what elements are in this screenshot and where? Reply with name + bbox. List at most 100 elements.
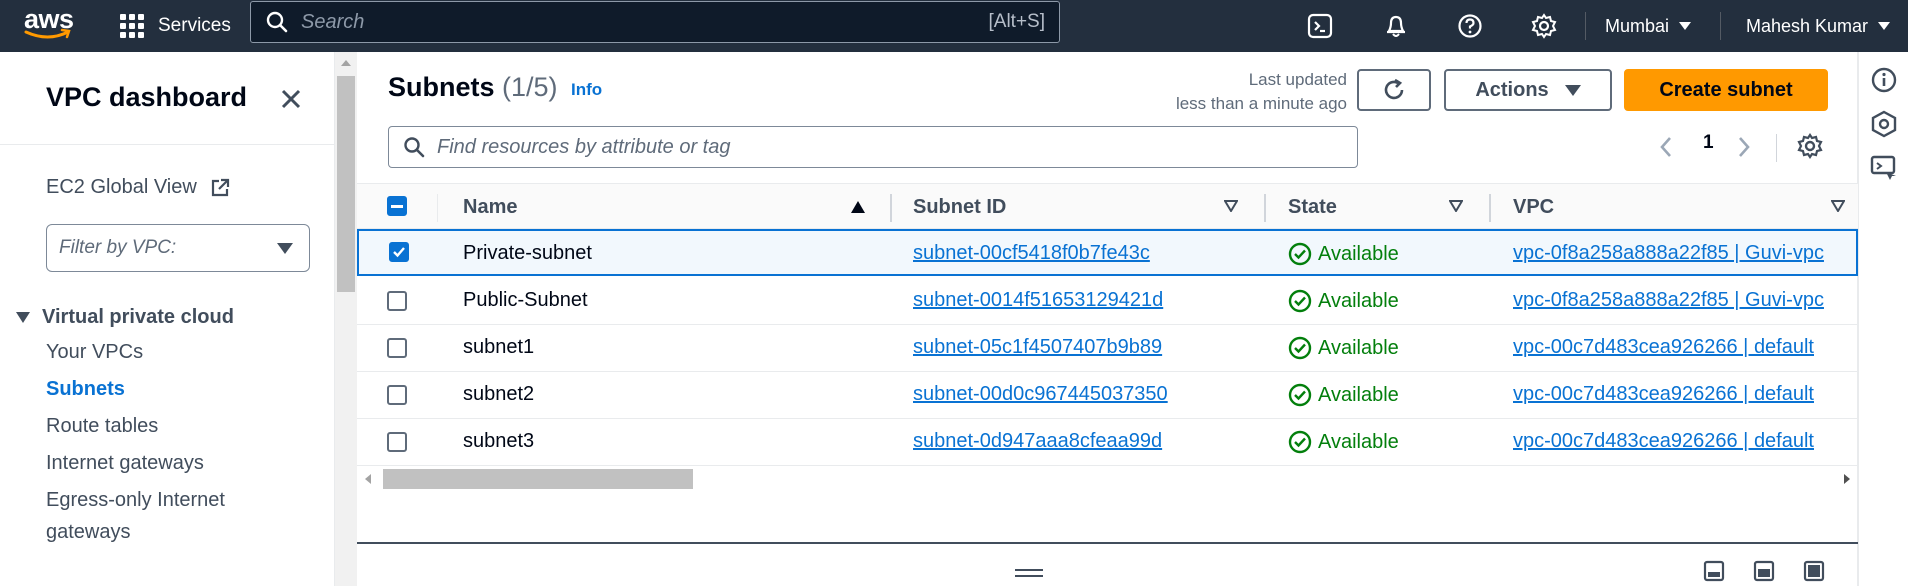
- status-success-icon: [1288, 242, 1312, 266]
- sort-ascending-icon[interactable]: [851, 201, 865, 213]
- scrollbar-thumb[interactable]: [383, 469, 693, 489]
- cell-state: Available: [1288, 242, 1399, 266]
- ec2-global-view-link[interactable]: EC2 Global View: [46, 176, 230, 199]
- status-success-icon: [1288, 336, 1312, 360]
- column-header-subnet-id[interactable]: Subnet ID: [913, 196, 1006, 219]
- chevron-right-icon[interactable]: [1737, 136, 1751, 158]
- services-menu[interactable]: Services: [120, 8, 231, 44]
- last-updated-label: Last updated: [1248, 70, 1347, 89]
- sort-icon[interactable]: [1831, 200, 1845, 212]
- column-header-vpc[interactable]: VPC: [1513, 196, 1554, 219]
- table-row[interactable]: subnet1 subnet-05c1f4507407b9b89 Availab…: [357, 325, 1858, 372]
- cell-vpc[interactable]: vpc-00c7d483cea926266 | default: [1513, 383, 1839, 406]
- cloudshell-icon[interactable]: [1302, 8, 1338, 44]
- refresh-button[interactable]: [1357, 69, 1431, 111]
- cell-subnet-id[interactable]: subnet-0014f51653129421d: [913, 289, 1163, 312]
- settings-icon[interactable]: [1526, 8, 1562, 44]
- cube-icon[interactable]: [1870, 110, 1898, 138]
- feedback-icon[interactable]: [1870, 154, 1898, 182]
- panel-bottom-icon[interactable]: [1703, 560, 1725, 582]
- cell-state: Available: [1288, 383, 1399, 407]
- cell-state: Available: [1288, 289, 1399, 313]
- selection-count: (1/5): [502, 72, 558, 102]
- column-header-name[interactable]: Name: [463, 196, 517, 219]
- table-row[interactable]: subnet3 subnet-0d947aaa8cfeaa99d Availab…: [357, 419, 1858, 466]
- state-label: Available: [1318, 242, 1399, 265]
- global-search-input[interactable]: Search [Alt+S]: [250, 1, 1060, 43]
- scroll-right-icon[interactable]: [1844, 474, 1850, 484]
- panel-side-icon[interactable]: [1753, 560, 1775, 582]
- create-subnet-button[interactable]: Create subnet: [1624, 69, 1828, 111]
- main-content: Subnets (1/5) Info Last updated less tha…: [357, 52, 1858, 586]
- caret-down-icon: [1564, 84, 1581, 96]
- actions-label: Actions: [1475, 78, 1549, 101]
- row-checkbox[interactable]: [387, 385, 407, 405]
- row-checkbox[interactable]: [387, 338, 407, 358]
- page-title-text: Subnets: [388, 72, 495, 102]
- region-label: Mumbai: [1605, 15, 1670, 36]
- notifications-icon[interactable]: [1378, 8, 1414, 44]
- sidebar: VPC dashboard EC2 Global View Filter by …: [0, 52, 335, 586]
- cell-subnet-id[interactable]: subnet-0d947aaa8cfeaa99d: [913, 430, 1162, 453]
- preferences-gear-icon[interactable]: [1797, 133, 1823, 159]
- help-icon[interactable]: [1452, 8, 1488, 44]
- table-row[interactable]: subnet2 subnet-00d0c967445037350 Availab…: [357, 372, 1858, 419]
- scrollbar-thumb[interactable]: [337, 76, 355, 292]
- info-link[interactable]: Info: [571, 80, 602, 100]
- info-panel-icon[interactable]: [1870, 66, 1898, 94]
- cell-subnet-id[interactable]: subnet-00d0c967445037350: [913, 383, 1168, 406]
- caret-down-icon: [1679, 22, 1692, 30]
- cell-vpc[interactable]: vpc-0f8a258a888a22f85 | Guvi-vpc: [1513, 242, 1839, 265]
- cell-vpc[interactable]: vpc-00c7d483cea926266 | default: [1513, 430, 1839, 453]
- cell-state: Available: [1288, 430, 1399, 454]
- region-selector[interactable]: Mumbai: [1605, 10, 1692, 42]
- select-all-checkbox[interactable]: [387, 196, 407, 216]
- table-filter-placeholder: Find resources by attribute or tag: [437, 135, 731, 158]
- actions-button[interactable]: Actions: [1444, 69, 1612, 111]
- sidebar-item-internet-gateways[interactable]: Internet gateways: [46, 447, 204, 479]
- cell-subnet-id[interactable]: subnet-00cf5418f0b7fe43c: [913, 242, 1150, 265]
- refresh-icon: [1384, 78, 1404, 100]
- column-header-state[interactable]: State: [1288, 196, 1337, 219]
- table-header: Name Subnet ID State VPC: [357, 183, 1858, 229]
- chevron-left-icon[interactable]: [1659, 136, 1673, 158]
- state-label: Available: [1318, 289, 1399, 312]
- sidebar-item-subnets[interactable]: Subnets: [46, 373, 125, 405]
- drag-handle-icon[interactable]: [1015, 568, 1043, 578]
- sidebar-item-egress-only-internet-gateways[interactable]: Egress-only Internet gateways: [46, 484, 286, 548]
- status-success-icon: [1288, 430, 1312, 454]
- aws-logo[interactable]: aws: [24, 4, 76, 44]
- status-success-icon: [1288, 289, 1312, 313]
- cell-name: Public-Subnet: [463, 289, 588, 311]
- row-checkbox[interactable]: [389, 242, 409, 262]
- section-virtual-private-cloud[interactable]: Virtual private cloud: [16, 306, 234, 329]
- sort-icon[interactable]: [1224, 200, 1238, 212]
- sidebar-item-route-tables[interactable]: Route tables: [46, 410, 158, 442]
- sort-icon[interactable]: [1449, 200, 1463, 212]
- tools-rail: [1858, 52, 1908, 586]
- scroll-left-icon[interactable]: [365, 474, 371, 484]
- table-filter-input[interactable]: Find resources by attribute or tag: [388, 126, 1358, 168]
- state-label: Available: [1318, 430, 1399, 453]
- panel-hide-icon[interactable]: [1803, 560, 1825, 582]
- sidebar-scrollbar[interactable]: [335, 52, 357, 586]
- state-label: Available: [1318, 336, 1399, 359]
- sidebar-title[interactable]: VPC dashboard: [46, 82, 247, 113]
- vpc-filter-select[interactable]: Filter by VPC:: [46, 224, 310, 272]
- cell-subnet-id[interactable]: subnet-05c1f4507407b9b89: [913, 336, 1162, 359]
- cell-vpc[interactable]: vpc-0f8a258a888a22f85 | Guvi-vpc: [1513, 289, 1839, 312]
- close-icon[interactable]: [276, 84, 306, 114]
- sidebar-item-your-vpcs[interactable]: Your VPCs: [46, 336, 143, 368]
- table-row[interactable]: Public-Subnet subnet-0014f51653129421d A…: [357, 278, 1858, 325]
- services-label: Services: [158, 15, 231, 36]
- row-checkbox[interactable]: [387, 291, 407, 311]
- cell-vpc[interactable]: vpc-00c7d483cea926266 | default: [1513, 336, 1839, 359]
- scroll-up-icon[interactable]: [341, 60, 351, 66]
- page-title: Subnets (1/5): [388, 72, 558, 103]
- table-horizontal-scrollbar[interactable]: [357, 466, 1858, 492]
- page-number[interactable]: 1: [1703, 132, 1714, 154]
- account-menu[interactable]: Mahesh Kumar: [1746, 10, 1891, 42]
- row-checkbox[interactable]: [387, 432, 407, 452]
- table-row[interactable]: Private-subnet subnet-00cf5418f0b7fe43c …: [357, 229, 1858, 276]
- expand-triangle-icon: [16, 312, 30, 323]
